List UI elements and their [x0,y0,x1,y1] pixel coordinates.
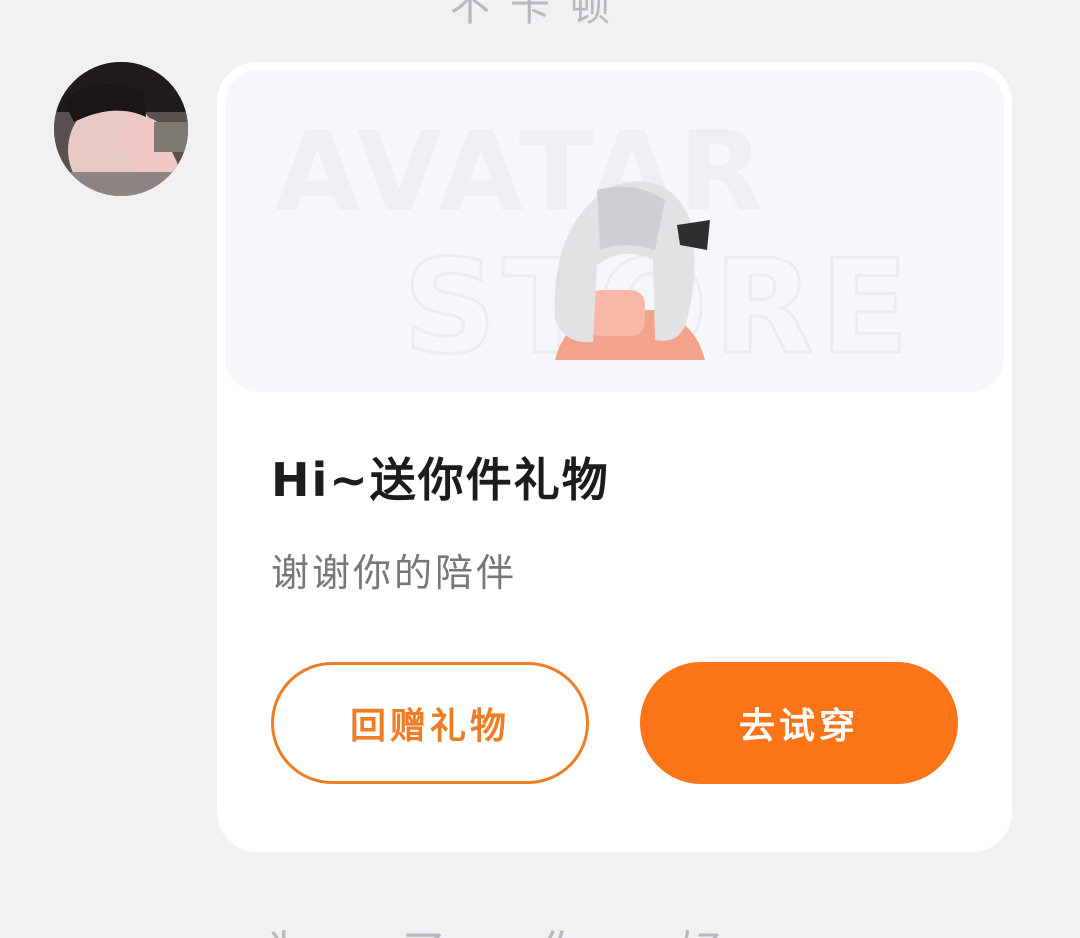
avatar-store-banner: AVATAR STORE [225,70,1004,392]
banner-line1: AVATAR [275,108,767,236]
user-photo-icon [54,62,188,196]
gift-card: AVATAR STORE Hi~送你件礼物 谢谢你的陪伴 回赠礼物 去试穿 [217,62,1012,852]
chat-screen: 不卡顿 AVATAR STORE [0,0,1080,938]
gift-subtitle: 谢谢你的陪伴 [271,551,518,595]
partial-message-bottom: 一一 为 了 你 好 一 一 [0,916,1080,938]
gift-title: Hi~送你件礼物 [271,453,610,507]
return-gift-button[interactable]: 回赠礼物 [271,662,589,784]
try-on-button[interactable]: 去试穿 [640,662,958,784]
partial-message-top: 不卡顿 [450,0,630,30]
sender-avatar[interactable] [54,62,188,196]
